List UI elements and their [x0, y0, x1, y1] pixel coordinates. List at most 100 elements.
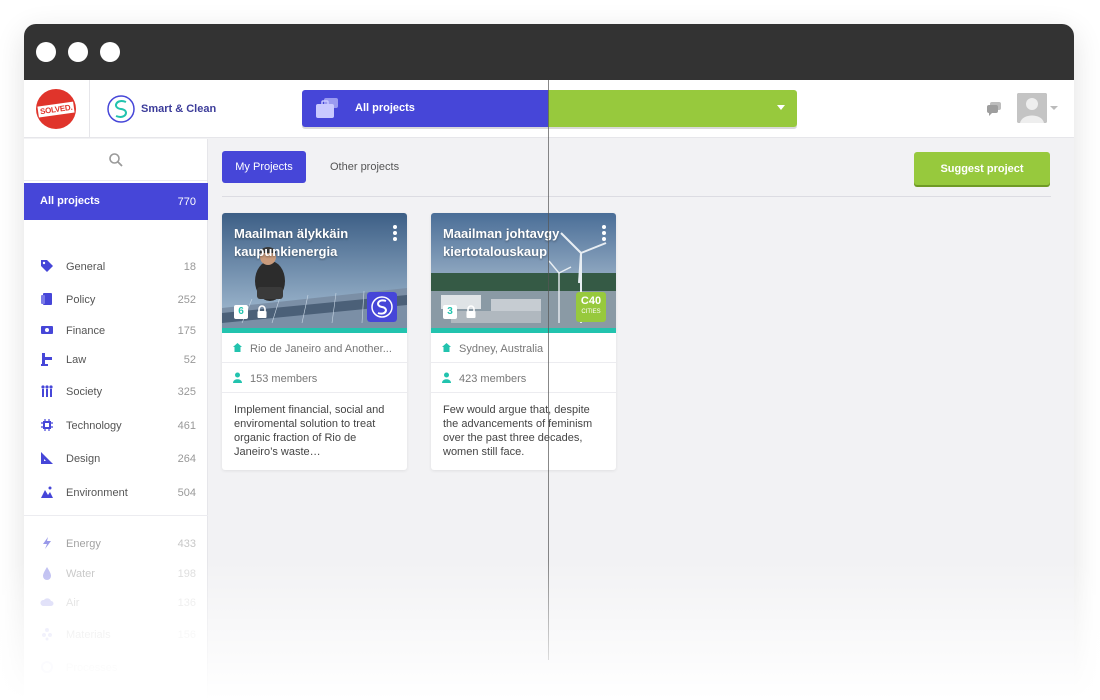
sidebar-item-water[interactable]: Water 198: [24, 559, 208, 589]
suggest-project-button[interactable]: Suggest project: [914, 152, 1050, 185]
project-card[interactable]: Maailman johtavgy kiertotalouskaup 3 C40…: [431, 213, 616, 470]
sidebar-item-label: Processes: [66, 662, 118, 674]
briefcase-icon: [316, 98, 338, 118]
sidebar-item-finance[interactable]: Finance 175: [24, 316, 208, 346]
sidebar-item-materials[interactable]: Materials 156: [24, 620, 208, 650]
sidebar-item-general[interactable]: General 18: [24, 252, 208, 282]
sidebar-item-label: Finance: [66, 325, 106, 337]
sidebar-item-label: Society: [66, 386, 103, 398]
sidebar-item-label: Water: [66, 568, 95, 580]
ruler-icon: [41, 452, 53, 464]
cloud-icon: [40, 598, 54, 606]
search-icon[interactable]: [108, 152, 124, 168]
sidebar-item-air[interactable]: Air 136: [24, 588, 208, 618]
c40-logo-subtext: CITIES: [581, 309, 601, 315]
gavel-icon: [41, 353, 52, 366]
project-card-description: Few would argue that, despite the advanc…: [443, 404, 593, 458]
sidebar-item-count: 433: [177, 538, 196, 550]
materials-icon: [42, 628, 52, 641]
sidebar-item-count: 264: [177, 453, 196, 465]
avatar-chevron-down-icon[interactable]: [1050, 106, 1058, 110]
lock-icon: [466, 305, 476, 318]
sidebar-item-environment[interactable]: Environment 504: [24, 478, 208, 508]
window-dot[interactable]: [100, 42, 120, 62]
money-icon: [41, 326, 53, 334]
main-content: My Projects Other projects Suggest proje…: [209, 139, 1074, 700]
user-avatar[interactable]: [1017, 93, 1047, 123]
more-options-icon[interactable]: [602, 225, 606, 241]
user-icon: [442, 372, 451, 383]
sidebar-item-society[interactable]: Society 325: [24, 377, 208, 407]
sidebar-item-label: Law: [66, 354, 87, 366]
project-card-members: 423 members: [459, 373, 527, 385]
project-card-location-row: Rio de Janeiro and Another...: [222, 333, 407, 363]
sidebar-item-label: Technology: [66, 420, 122, 432]
logo-divider: [89, 80, 90, 138]
window-titlebar: [24, 24, 1074, 80]
lightning-icon: [43, 537, 51, 549]
project-card-location: Sydney, Australia: [459, 343, 544, 355]
project-number-badge: 3: [443, 305, 457, 319]
sidebar-item-energy[interactable]: Energy 433: [24, 529, 208, 559]
chat-icon[interactable]: [986, 100, 1002, 116]
project-card[interactable]: Maailman älykkäin kaupunkienergia 6 Rio …: [222, 213, 407, 470]
sidebar-item-count: 175: [177, 325, 196, 337]
sidebar-item-label: Air: [66, 597, 80, 609]
sidebar-item-count: 198: [177, 568, 196, 580]
sidebar-item-technology[interactable]: Technology 461: [24, 411, 208, 441]
chip-icon: [41, 419, 53, 431]
project-card-location: Rio de Janeiro and Another...: [250, 343, 392, 355]
sidebar-item-label: Design: [66, 453, 101, 465]
people-icon: [41, 385, 53, 397]
project-selector-dropdown-area[interactable]: [548, 90, 797, 127]
project-card-image[interactable]: Maailman johtavgy kiertotalouskaup 3 C40…: [431, 213, 616, 328]
landscape-icon: [41, 486, 53, 498]
smart-clean-logo-icon[interactable]: [106, 94, 136, 124]
sidebar-item-label: Environment: [66, 487, 128, 499]
sidebar-item-count: 156: [177, 629, 196, 641]
tag-icon: [41, 260, 53, 272]
sidebar-item-count: 325: [177, 386, 196, 398]
sidebar-item-count: 461: [177, 420, 196, 432]
sidebar-item-label: Materials: [66, 629, 111, 641]
sidebar-item-count: 136: [177, 597, 196, 609]
lock-icon: [257, 305, 267, 318]
project-card-members-row: 153 members: [222, 363, 407, 393]
sidebar-item-design[interactable]: Design 264: [24, 444, 208, 474]
project-card-members: 153 members: [250, 373, 318, 385]
sidebar: All projects 770 General 18 Policy 252 F…: [24, 139, 208, 700]
document-icon: [41, 293, 52, 305]
sidebar-item-label: Energy: [66, 538, 101, 550]
sidebar-item-processes[interactable]: Processes: [24, 653, 208, 683]
project-card-title[interactable]: Maailman älykkäin kaupunkienergia: [234, 225, 384, 261]
sidebar-item-label: Policy: [66, 294, 96, 306]
home-icon: [233, 343, 242, 352]
sidebar-item-law[interactable]: Law 52: [24, 345, 208, 375]
window-dot[interactable]: [68, 42, 88, 62]
tab-my-projects[interactable]: My Projects: [222, 151, 306, 183]
window-dot[interactable]: [36, 42, 56, 62]
partner-name[interactable]: Smart & Clean: [141, 103, 216, 115]
project-selector-label-area[interactable]: All projects: [302, 90, 548, 127]
sidebar-item-label: General: [66, 261, 106, 273]
c40-cities-logo[interactable]: C40 CITIES: [576, 292, 606, 322]
project-selector-label: All projects: [355, 102, 415, 114]
sidebar-divider: [24, 515, 208, 516]
sidebar-item-count: 52: [183, 354, 196, 366]
tab-other-projects[interactable]: Other projects: [330, 161, 399, 173]
smart-clean-logo[interactable]: [367, 292, 397, 322]
project-card-image[interactable]: Maailman älykkäin kaupunkienergia 6: [222, 213, 407, 328]
project-selector[interactable]: All projects: [302, 90, 797, 127]
solved-logo[interactable]: SOLVED.: [36, 89, 76, 129]
browser-window: SOLVED. Smart & Clean All projects All p…: [24, 24, 1074, 700]
sidebar-item-all-projects[interactable]: All projects 770: [24, 183, 208, 220]
sidebar-item-count: 504: [177, 487, 196, 499]
more-options-icon[interactable]: [393, 225, 397, 241]
sidebar-item-count: 770: [177, 196, 196, 208]
app-header: SOLVED. Smart & Clean All projects: [24, 80, 1074, 138]
sidebar-search[interactable]: [24, 139, 207, 181]
drop-icon: [43, 567, 51, 580]
project-card-title[interactable]: Maailman johtavgy kiertotalouskaup: [443, 225, 593, 261]
sidebar-item-policy[interactable]: Policy 252: [24, 285, 208, 315]
project-card-description: Implement financial, social and envirome…: [234, 404, 385, 458]
